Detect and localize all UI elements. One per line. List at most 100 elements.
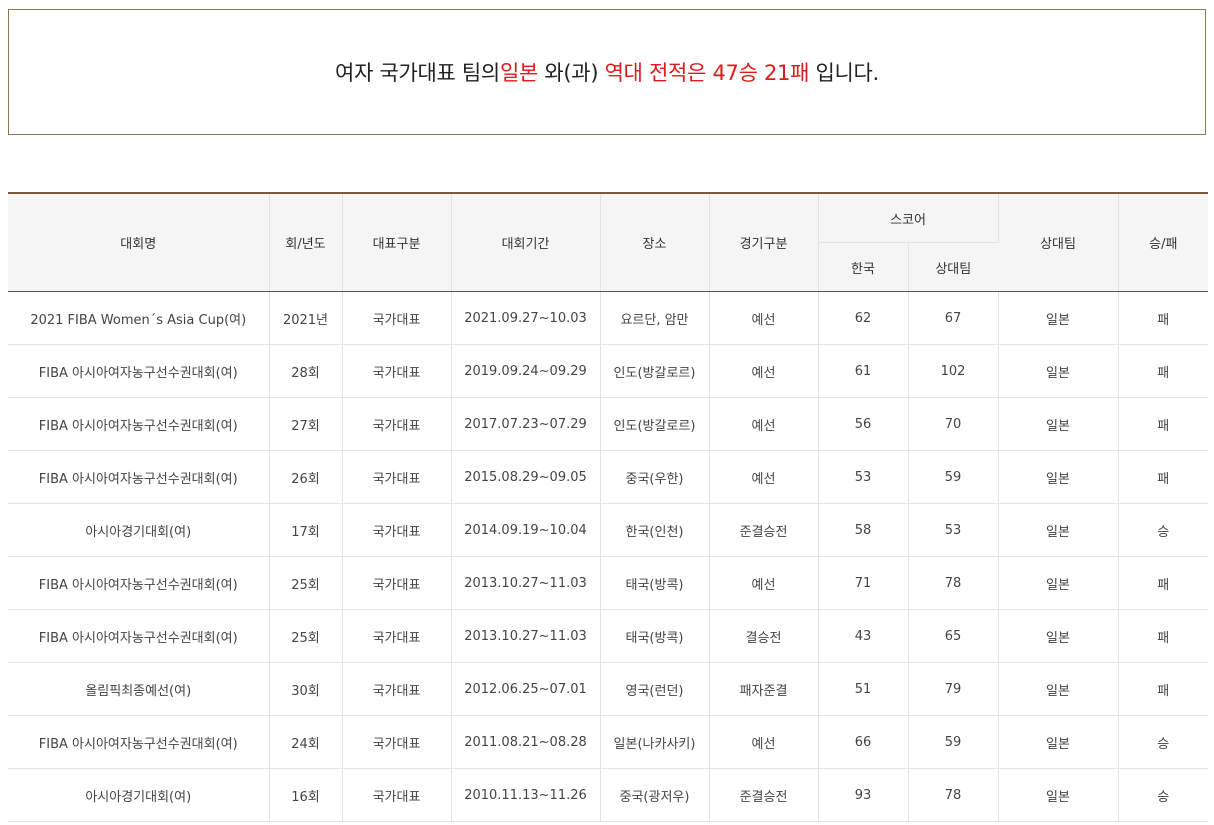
cell-tournament: 2021 FIBA Women´s Asia Cup(여) [8,291,270,345]
cell-opponent: 일본 [998,450,1119,504]
cell-edition: 25회 [269,609,343,663]
cell-score-opponent: 59 [908,715,999,769]
cell-tournament: FIBA 아시아여자농구선수권대회(여) [8,556,270,610]
header-match-type: 경기구분 [709,193,819,292]
cell-tournament: 아시아경기대회(여) [8,503,270,557]
cell-opponent: 일본 [998,609,1119,663]
summary-suffix: 입니다. [809,61,880,85]
cell-edition: 26회 [269,450,343,504]
cell-result: 패 [1118,397,1209,451]
cell-result: 승 [1118,768,1209,822]
cell-venue: 요르단, 암만 [600,291,710,345]
cell-opponent: 일본 [998,715,1119,769]
cell-tournament: FIBA 아시아여자농구선수권대회(여) [8,609,270,663]
cell-venue: 영국(런던) [600,662,710,716]
cell-team-type: 국가대표 [342,450,452,504]
cell-score-opponent: 65 [908,609,999,663]
cell-score-korea: 93 [818,768,909,822]
cell-score-korea: 51 [818,662,909,716]
cell-match-type: 결승전 [709,609,819,663]
table-row: FIBA 아시아여자농구선수권대회(여) 28회 국가대표 2019.09.24… [8,344,1209,398]
header-score: 스코어 [818,193,999,243]
header-result: 승/패 [1118,193,1209,292]
cell-period: 2014.09.19~10.04 [451,503,601,557]
cell-score-korea: 61 [818,344,909,398]
table-row: FIBA 아시아여자농구선수권대회(여) 25회 국가대표 2013.10.27… [8,609,1209,663]
cell-period: 2019.09.24~09.29 [451,344,601,398]
header-venue: 장소 [600,193,710,292]
cell-tournament: FIBA 아시아여자농구선수권대회(여) [8,450,270,504]
header-score-korea: 한국 [818,242,909,292]
cell-result: 패 [1118,662,1209,716]
cell-team-type: 국가대표 [342,291,452,345]
cell-match-type: 예선 [709,715,819,769]
cell-score-korea: 56 [818,397,909,451]
cell-period: 2021.09.27~10.03 [451,291,601,345]
cell-edition: 27회 [269,397,343,451]
cell-team-type: 국가대표 [342,503,452,557]
cell-opponent: 일본 [998,344,1119,398]
cell-venue: 인도(방갈로르) [600,397,710,451]
match-history-table: 대회명 회/년도 대표구분 대회기간 장소 경기구분 스코어 상대팀 승/패 한… [8,192,1209,822]
cell-edition: 24회 [269,715,343,769]
cell-team-type: 국가대표 [342,556,452,610]
header-team-type: 대표구분 [342,193,452,292]
table-row: 2021 FIBA Women´s Asia Cup(여) 2021년 국가대표… [8,291,1209,345]
summary-record-label: 역대 전적은 [604,61,713,85]
cell-edition: 2021년 [269,291,343,345]
cell-period: 2011.08.21~08.28 [451,715,601,769]
cell-score-opponent: 78 [908,768,999,822]
record-summary: 여자 국가대표 팀의 일본 와(과) 역대 전적은 47승 21패 입니다. [8,9,1206,135]
cell-venue: 인도(방갈로르) [600,344,710,398]
cell-period: 2013.10.27~11.03 [451,609,601,663]
table-row: 올림픽최종예선(여) 30회 국가대표 2012.06.25~07.01 영국(… [8,662,1209,716]
cell-score-opponent: 67 [908,291,999,345]
cell-score-korea: 58 [818,503,909,557]
cell-match-type: 예선 [709,291,819,345]
cell-match-type: 예선 [709,344,819,398]
cell-team-type: 국가대표 [342,609,452,663]
match-history-table-wrap: 대회명 회/년도 대표구분 대회기간 장소 경기구분 스코어 상대팀 승/패 한… [8,192,1209,822]
cell-score-korea: 66 [818,715,909,769]
cell-result: 승 [1118,715,1209,769]
cell-match-type: 준결승전 [709,768,819,822]
cell-team-type: 국가대표 [342,715,452,769]
cell-result: 승 [1118,503,1209,557]
cell-score-korea: 43 [818,609,909,663]
cell-period: 2017.07.23~07.29 [451,397,601,451]
cell-venue: 태국(방콕) [600,556,710,610]
cell-score-korea: 62 [818,291,909,345]
cell-opponent: 일본 [998,662,1119,716]
cell-match-type: 예선 [709,556,819,610]
cell-period: 2010.11.13~11.26 [451,768,601,822]
cell-score-opponent: 78 [908,556,999,610]
cell-edition: 17회 [269,503,343,557]
cell-venue: 중국(광저우) [600,768,710,822]
cell-score-opponent: 70 [908,397,999,451]
summary-prefix: 여자 국가대표 팀의 [335,61,500,85]
cell-venue: 중국(우한) [600,450,710,504]
cell-team-type: 국가대표 [342,768,452,822]
cell-score-opponent: 79 [908,662,999,716]
cell-venue: 한국(인천) [600,503,710,557]
cell-score-korea: 71 [818,556,909,610]
cell-period: 2013.10.27~11.03 [451,556,601,610]
table-row: 아시아경기대회(여) 16회 국가대표 2010.11.13~11.26 중국(… [8,768,1209,822]
cell-score-korea: 53 [818,450,909,504]
cell-match-type: 예선 [709,450,819,504]
cell-period: 2015.08.29~09.05 [451,450,601,504]
table-row: FIBA 아시아여자농구선수권대회(여) 24회 국가대표 2011.08.21… [8,715,1209,769]
cell-team-type: 국가대표 [342,397,452,451]
cell-opponent: 일본 [998,768,1119,822]
table-body: 2021 FIBA Women´s Asia Cup(여) 2021년 국가대표… [8,291,1209,822]
cell-result: 패 [1118,291,1209,345]
header-score-opponent: 상대팀 [908,242,999,292]
cell-score-opponent: 59 [908,450,999,504]
cell-score-opponent: 102 [908,344,999,398]
cell-score-opponent: 53 [908,503,999,557]
cell-tournament: FIBA 아시아여자농구선수권대회(여) [8,397,270,451]
table-row: FIBA 아시아여자농구선수권대회(여) 26회 국가대표 2015.08.29… [8,450,1209,504]
header-tournament: 대회명 [8,193,270,292]
cell-tournament: FIBA 아시아여자농구선수권대회(여) [8,344,270,398]
cell-edition: 25회 [269,556,343,610]
